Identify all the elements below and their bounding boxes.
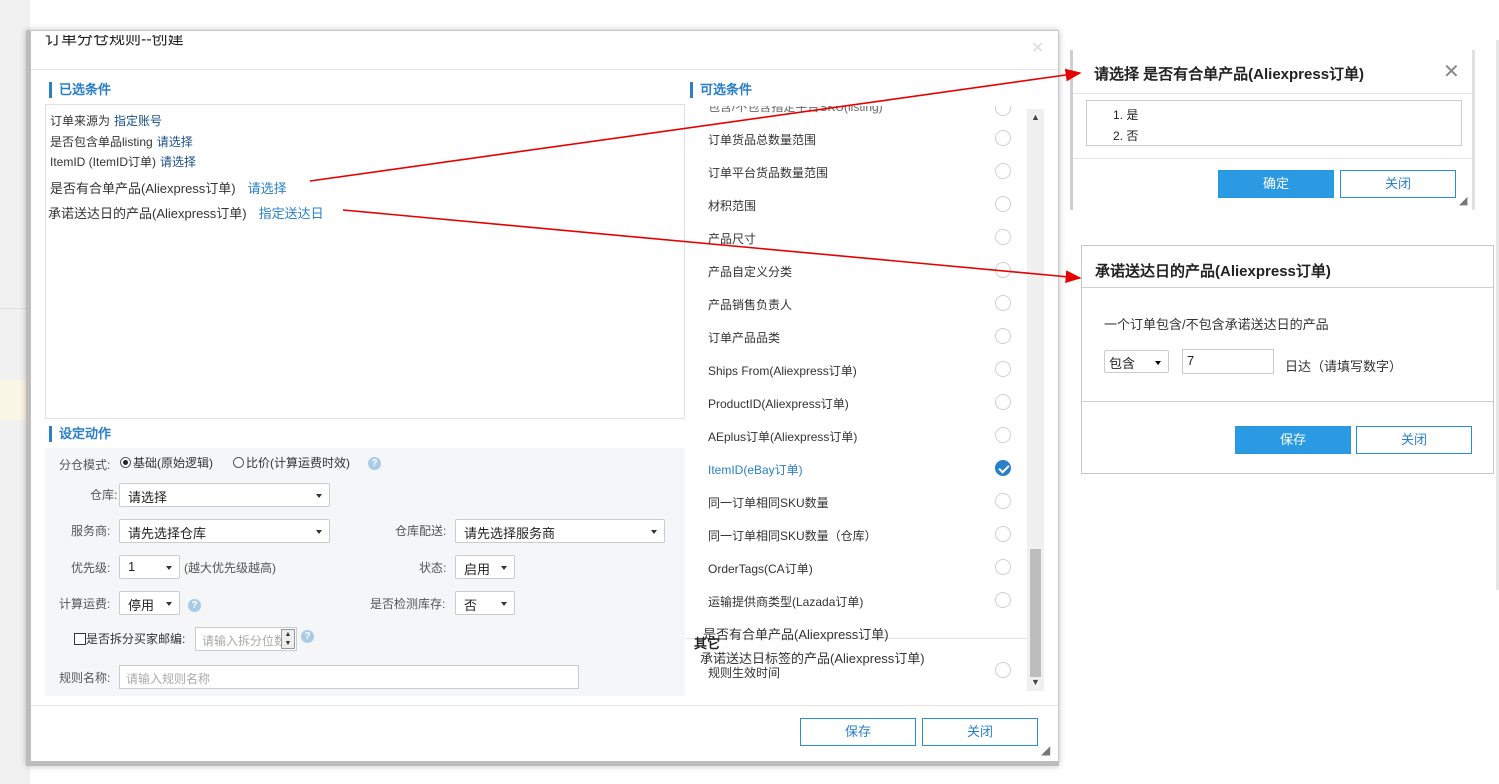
arrow-to-merge-dialog — [309, 68, 1082, 182]
annotation-arrows — [309, 68, 1082, 284]
arrow-to-promise-dialog — [342, 209, 1082, 284]
